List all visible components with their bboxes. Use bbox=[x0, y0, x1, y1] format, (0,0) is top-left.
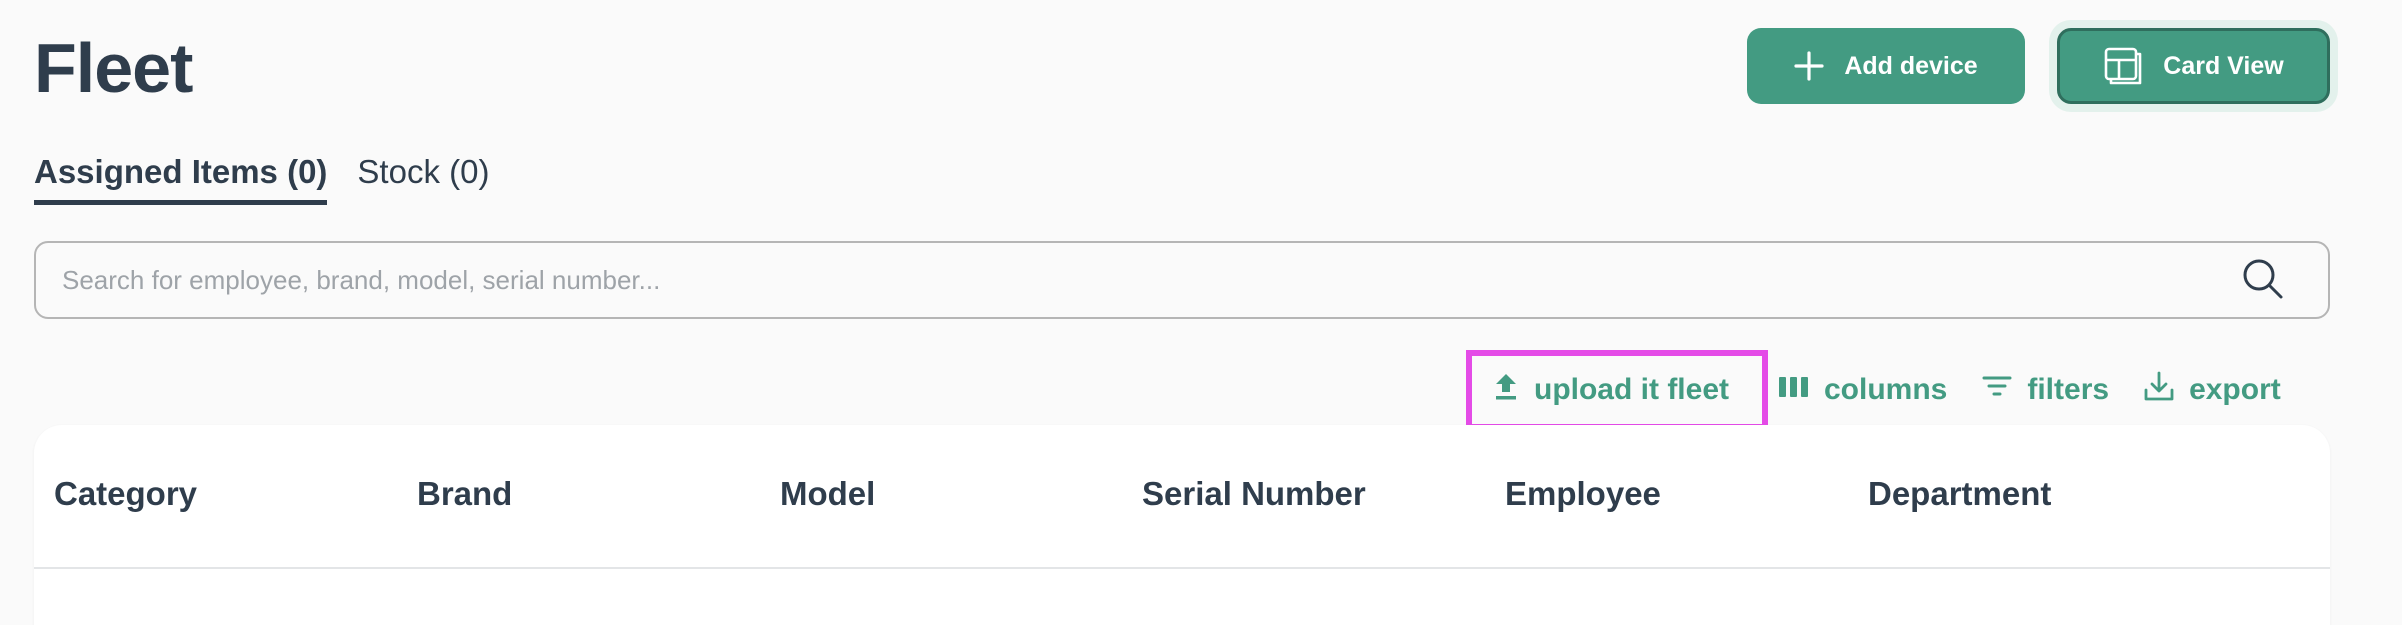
filter-icon bbox=[1981, 373, 2013, 407]
search-bar bbox=[34, 241, 2330, 319]
columns-label: columns bbox=[1824, 373, 1948, 406]
export-button[interactable]: export bbox=[2143, 350, 2281, 430]
columns-icon bbox=[1778, 373, 1810, 407]
upload-fleet-button[interactable]: upload it fleet bbox=[1466, 350, 1768, 430]
filters-label: filters bbox=[2027, 373, 2110, 406]
plus-icon bbox=[1794, 51, 1824, 81]
download-icon bbox=[2143, 370, 2175, 410]
column-header-serial-number[interactable]: Serial Number bbox=[1142, 475, 1366, 513]
upload-icon bbox=[1492, 371, 1520, 409]
column-header-model[interactable]: Model bbox=[780, 475, 875, 513]
export-label: export bbox=[2189, 373, 2281, 406]
card-view-icon bbox=[2103, 46, 2143, 86]
search-icon[interactable] bbox=[2240, 256, 2284, 305]
columns-button[interactable]: columns bbox=[1778, 350, 1947, 430]
page-title: Fleet bbox=[34, 29, 193, 107]
fleet-table: Category Brand Model Serial Number Emplo… bbox=[34, 425, 2330, 625]
card-view-label: Card View bbox=[2163, 51, 2284, 80]
filters-button[interactable]: filters bbox=[1981, 350, 2109, 430]
column-header-department[interactable]: Department bbox=[1868, 475, 2051, 513]
tab-stock[interactable]: Stock (0) bbox=[357, 148, 489, 205]
table-header: Category Brand Model Serial Number Emplo… bbox=[34, 425, 2330, 569]
add-device-label: Add device bbox=[1844, 51, 1978, 80]
column-header-category[interactable]: Category bbox=[54, 475, 197, 513]
column-header-employee[interactable]: Employee bbox=[1505, 475, 1661, 513]
table-actions: upload it fleet columns filters export bbox=[1466, 350, 2281, 430]
tab-bar: Assigned Items (0) Stock (0) bbox=[34, 148, 489, 205]
add-device-button[interactable]: Add device bbox=[1747, 28, 2025, 104]
tab-assigned-items[interactable]: Assigned Items (0) bbox=[34, 148, 328, 205]
card-view-button[interactable]: Card View bbox=[2057, 28, 2330, 104]
search-input[interactable] bbox=[36, 263, 2240, 297]
column-header-brand[interactable]: Brand bbox=[417, 475, 512, 513]
upload-label: upload it fleet bbox=[1534, 373, 1729, 406]
